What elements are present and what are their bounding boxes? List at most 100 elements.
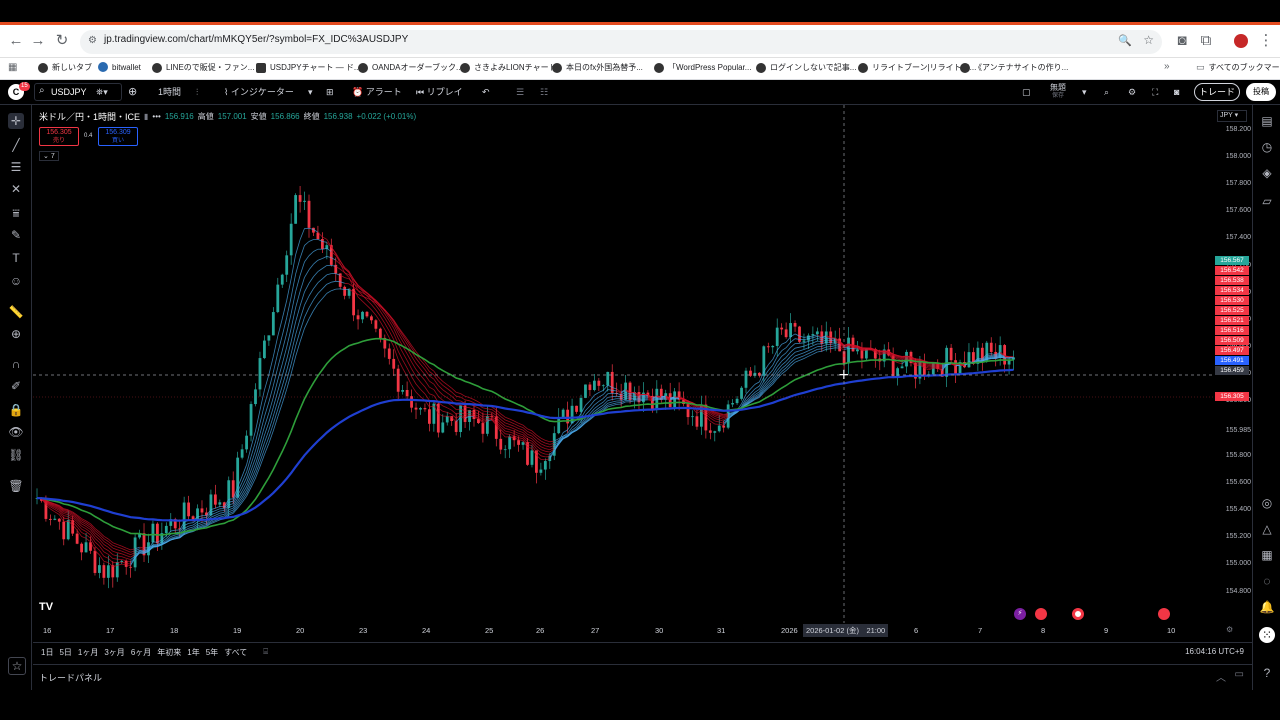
bookmark-item[interactable]: LINEので販促・ファン... <box>152 62 254 73</box>
bookmark-item[interactable]: OANDAオーダーブック... <box>358 62 463 73</box>
period-button[interactable]: 3ヶ月 <box>104 647 124 658</box>
period-button[interactable]: 5年 <box>206 647 218 658</box>
apps-icon[interactable]: ▦ <box>8 62 17 73</box>
lock-icon[interactable]: 🔒 <box>8 402 24 418</box>
period-button[interactable]: 1年 <box>187 647 199 658</box>
eye-icon[interactable]: 👁 <box>8 424 24 440</box>
apps-grid-icon[interactable]: ⁙ <box>1259 627 1275 643</box>
period-button[interactable]: 5日 <box>59 647 71 658</box>
layout-dropdown-icon[interactable]: ▾ <box>1082 85 1087 100</box>
chart-type-icon[interactable]: ⛯▾ <box>96 85 108 100</box>
layout-icon[interactable]: ☰ <box>516 85 524 100</box>
bookmark-item[interactable]: ログインしないで記事... <box>756 62 856 73</box>
period-button[interactable]: 年初来 <box>157 647 181 658</box>
layout-name[interactable]: 無題 保存 <box>1050 83 1066 101</box>
time-axis[interactable]: 16 17 18 19 20 23 24 25 26 27 30 31 2026 6 7 8 9 10 2026-… <box>33 623 1252 639</box>
more-bookmarks-icon[interactable]: » <box>1164 61 1170 72</box>
star-icon[interactable]: ☆ <box>1143 33 1154 47</box>
undo-icon[interactable]: ↶ <box>482 85 490 100</box>
indicator-toggle[interactable]: ⌄ 7 <box>39 151 59 161</box>
bookmark-item[interactable]: リライトブーン|リライトツ... <box>858 62 976 73</box>
favorites-star-icon[interactable]: ☆ <box>8 657 26 675</box>
zoom-icon[interactable]: 🔍 <box>1118 34 1132 47</box>
ideas-icon[interactable]: △ <box>1259 521 1275 537</box>
indicators-button[interactable]: ⌇ インジケーター <box>224 85 294 100</box>
screenshot-icon[interactable]: ◙ <box>1172 31 1192 51</box>
site-info-icon[interactable]: ⚙ <box>88 35 97 46</box>
gear-icon[interactable]: ⚙ <box>1128 85 1136 100</box>
bookmark-item[interactable]: さきよみLIONチャート <box>460 62 557 73</box>
ruler-icon[interactable]: 📏 <box>8 304 24 320</box>
bookmark-item[interactable]: bitwallet <box>98 62 141 72</box>
alert-button[interactable]: ⏰ アラート <box>352 85 402 100</box>
broadcast-icon[interactable]: ◌ <box>1259 573 1275 589</box>
layers-icon[interactable]: ◈ <box>1259 165 1275 181</box>
text-icon[interactable]: T <box>8 250 24 266</box>
help-icon[interactable]: ? <box>1259 665 1275 681</box>
flag-event-icon[interactable] <box>1158 608 1170 620</box>
address-bar[interactable]: ⚙ jp.tradingview.com/chart/mMKQY5er/?sym… <box>80 30 1162 54</box>
interval-button[interactable]: 1時間 <box>158 85 181 100</box>
tradingview-logo[interactable]: TV <box>39 601 53 613</box>
period-button[interactable]: 1ヶ月 <box>78 647 98 658</box>
period-button[interactable]: 1日 <box>41 647 53 658</box>
compare-icon[interactable]: ⊕ <box>128 85 137 100</box>
chat-icon[interactable]: ▱ <box>1259 193 1275 209</box>
settings-icon[interactable]: ⚙ <box>1226 625 1233 634</box>
zoom-in-icon[interactable]: ⊕ <box>8 326 24 342</box>
currency-select[interactable]: JPY ▾ <box>1217 110 1247 122</box>
date-range-icon[interactable]: ⌸ <box>263 647 268 658</box>
bar-style-icon[interactable]: ⫶ <box>196 85 198 100</box>
settings-sliders-icon[interactable]: ☷ <box>540 85 548 100</box>
extensions-icon[interactable]: ⧉ <box>1196 31 1216 51</box>
back-icon[interactable]: ← <box>6 31 26 51</box>
menu-icon[interactable]: ⋮ <box>1256 31 1276 51</box>
bookmark-item[interactable]: USDJPYチャート — ド... <box>256 62 361 73</box>
forecast-icon[interactable]: ⩸ <box>8 205 24 221</box>
eye-toggle-icon[interactable]: ▮ <box>144 112 148 121</box>
trade-button[interactable]: トレード <box>1194 83 1240 101</box>
brush-icon[interactable]: ✎ <box>8 227 24 243</box>
templates-icon[interactable]: ⊞ <box>326 85 334 100</box>
alerts-clock-icon[interactable]: ◷ <box>1259 139 1275 155</box>
forward-icon[interactable]: → <box>28 31 48 51</box>
flag-event-icon[interactable] <box>1035 608 1047 620</box>
indicators-dropdown-icon[interactable]: ▾ <box>308 85 313 100</box>
publish-button[interactable]: 投稿 <box>1246 83 1276 101</box>
reload-icon[interactable]: ↻ <box>52 31 72 51</box>
profile-avatar[interactable] <box>1234 34 1248 48</box>
calendar-icon[interactable]: ▦ <box>1259 547 1275 563</box>
event-marker-icon[interactable] <box>1072 608 1084 620</box>
bookmark-item[interactable]: 本日のfx外国為替予... <box>552 62 643 73</box>
collapse-up-icon[interactable]: ︿ <box>1216 669 1226 684</box>
price-axis[interactable]: JPY ▾ 158.200 158.000 157.800 157.600 157.40… <box>1213 105 1252 623</box>
trend-line-icon[interactable]: ╱ <box>8 137 24 153</box>
event-icon[interactable]: ⚡ <box>1014 608 1026 620</box>
replay-button[interactable]: ⏮ リプレイ <box>416 85 463 100</box>
watchlist-icon[interactable]: ▤ <box>1259 113 1275 129</box>
buy-button[interactable]: 156.309 買い <box>98 127 138 146</box>
sell-button[interactable]: 156.305 売り <box>39 127 79 146</box>
layout-square-icon[interactable]: ▢ <box>1022 85 1031 100</box>
chart-pane[interactable]: + TV ⚡ <box>33 105 1213 623</box>
trash-icon[interactable]: 🗑 <box>8 478 24 494</box>
period-button[interactable]: 6ヶ月 <box>131 647 151 658</box>
maximize-icon[interactable]: ▭ <box>1235 669 1244 680</box>
period-button[interactable]: すべて <box>224 647 247 658</box>
bookmark-item[interactable]: 新しいタブ <box>38 62 92 73</box>
more-icon[interactable]: ••• <box>152 112 160 121</box>
quick-search-icon[interactable]: ⌕ <box>1104 85 1109 100</box>
pencil-lock-icon[interactable]: ✐ <box>8 378 24 394</box>
link-icon[interactable]: ⛓ <box>8 447 24 463</box>
fullscreen-icon[interactable]: ⛶ <box>1152 85 1158 100</box>
fib-icon[interactable]: ☰ <box>8 159 24 175</box>
magnet-icon[interactable]: ∩ <box>8 356 24 372</box>
pattern-icon[interactable]: ✕ <box>8 181 24 197</box>
emoji-icon[interactable]: ☺ <box>8 273 24 289</box>
all-bookmarks[interactable]: ▭ すべてのブックマーク <box>1196 62 1280 73</box>
camera-icon[interactable]: ◙ <box>1174 85 1179 100</box>
bookmark-item[interactable]: 「WordPress Popular... <box>654 62 751 73</box>
crosshair-icon[interactable]: ✛ <box>8 113 24 129</box>
bell-icon[interactable]: 🔔 <box>1259 599 1275 615</box>
symbol-search[interactable]: ⌕ USDJPY <box>34 83 122 101</box>
